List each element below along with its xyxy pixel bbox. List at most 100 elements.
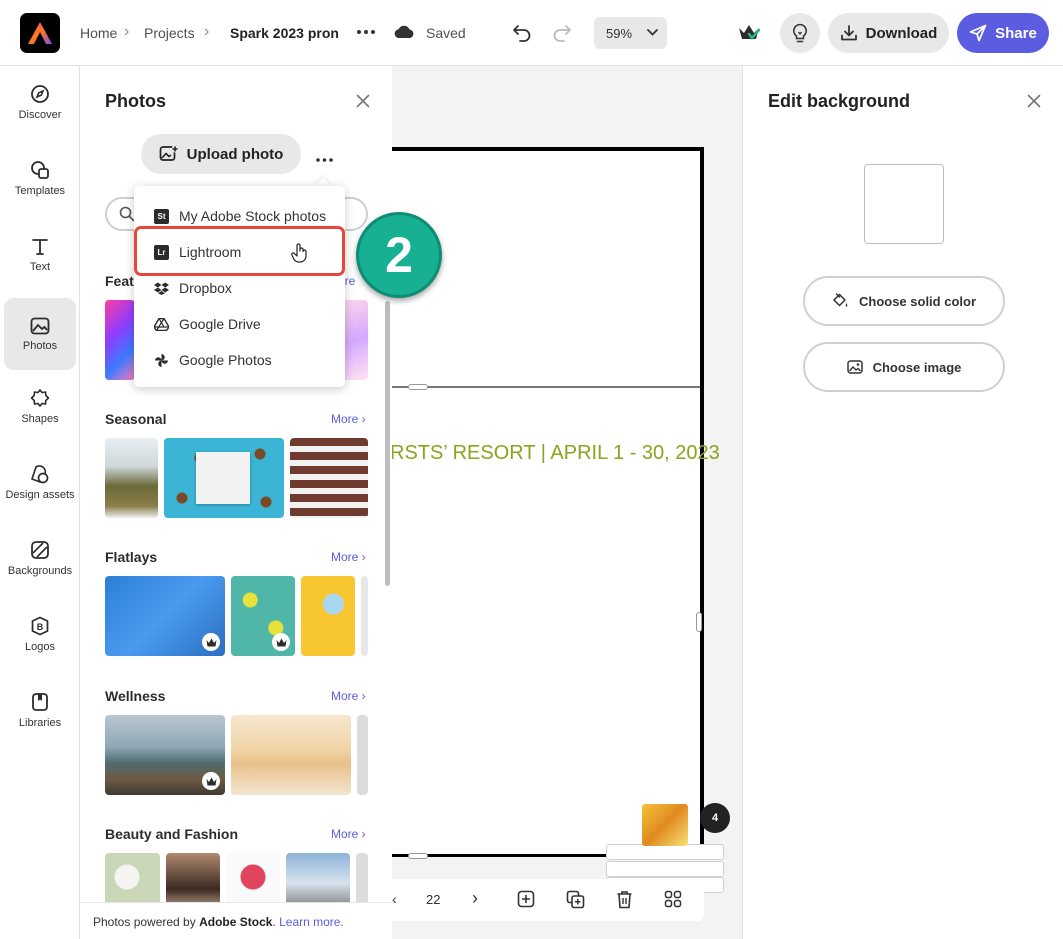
background-preview[interactable] xyxy=(864,164,944,244)
breadcrumb-projects[interactable]: Projects xyxy=(144,25,195,41)
chevron-right-icon[interactable]: › xyxy=(472,888,478,909)
add-page-icon[interactable] xyxy=(517,890,535,913)
section-title-beauty-fashion: Beauty and Fashion xyxy=(105,826,239,842)
download-button[interactable]: Download xyxy=(828,13,949,53)
redo-icon[interactable] xyxy=(551,22,573,44)
premium-crown-icon[interactable] xyxy=(736,20,762,46)
attribution-prefix: Photos powered by xyxy=(93,915,200,929)
photo-thumbnail[interactable] xyxy=(105,438,158,518)
resize-handle[interactable] xyxy=(408,384,428,390)
premium-crown-icon xyxy=(272,633,290,651)
share-label: Share xyxy=(995,24,1037,42)
templates-icon xyxy=(31,160,49,179)
grid-view-icon[interactable] xyxy=(664,890,682,913)
photo-thumbnail[interactable] xyxy=(301,576,355,656)
page-headline[interactable]: RSTS’ RESORT | APRIL 1 - 30, 2023 xyxy=(392,442,720,465)
download-icon xyxy=(840,25,857,41)
section-title-seasonal: Seasonal xyxy=(105,411,167,427)
photo-thumbnail[interactable] xyxy=(164,438,284,518)
page-thumbnail[interactable] xyxy=(642,804,688,846)
upload-source-menu: St My Adobe Stock photos Lr Lightroom Dr… xyxy=(134,186,345,387)
premium-crown-icon xyxy=(202,633,220,651)
photo-thumbnail[interactable] xyxy=(290,438,368,518)
design-canvas: RSTS’ RESORT | APRIL 1 - 30, 2023 4 ‹ 22… xyxy=(392,66,742,939)
more-options-icon[interactable] xyxy=(356,24,376,40)
photo-thumbnail[interactable] xyxy=(343,300,368,380)
attribution-brand: Adobe Stock xyxy=(199,915,273,929)
close-icon[interactable] xyxy=(1027,94,1041,113)
page-number: 22 xyxy=(426,892,441,907)
menu-item-label: Dropbox xyxy=(179,280,232,296)
menu-item-google-photos[interactable]: Google Photos xyxy=(134,342,345,378)
resize-handle[interactable] xyxy=(696,612,702,632)
panel-scrollbar[interactable] xyxy=(385,301,390,586)
step-callout: 2 xyxy=(356,212,442,298)
page-navigator: ‹ 22 › xyxy=(392,879,704,921)
rail-item-photos[interactable]: Photos xyxy=(4,298,76,370)
photo-thumbnail[interactable] xyxy=(231,715,351,795)
trash-icon[interactable] xyxy=(616,890,633,914)
rail-label: Design assets xyxy=(5,488,75,501)
more-options-icon[interactable] xyxy=(316,146,333,167)
rail-label: Text xyxy=(29,260,51,273)
hand-cursor-icon xyxy=(291,243,309,268)
breadcrumb-home[interactable]: Home xyxy=(80,25,117,41)
choose-solid-color-button[interactable]: Choose solid color xyxy=(803,276,1005,326)
learn-more-link[interactable]: Learn more. xyxy=(279,915,344,929)
text-icon xyxy=(32,238,48,255)
lightbulb-icon xyxy=(792,23,808,43)
search-icon xyxy=(119,206,135,222)
more-link-label: More xyxy=(331,689,359,703)
section-title-flatlays: Flatlays xyxy=(105,549,158,565)
rail-item-discover[interactable]: Discover xyxy=(4,66,76,138)
zoom-select[interactable]: 59% xyxy=(594,17,667,49)
adobe-express-logo[interactable] xyxy=(20,13,60,53)
upload-label: Upload photo xyxy=(186,145,284,163)
share-button[interactable]: Share xyxy=(957,13,1049,53)
project-title[interactable]: Spark 2023 pron xyxy=(230,25,339,41)
rail-item-design-assets[interactable]: Design assets xyxy=(4,446,76,518)
menu-item-label: Google Drive xyxy=(179,316,261,332)
section-more-wellness[interactable]: More › xyxy=(331,689,366,703)
chevron-right-icon: › xyxy=(124,23,130,40)
rail-label: Discover xyxy=(18,108,62,121)
rail-item-shapes[interactable]: Shapes xyxy=(4,370,76,442)
resize-handle[interactable] xyxy=(408,853,428,859)
paint-bucket-icon xyxy=(833,293,848,307)
rail-item-backgrounds[interactable]: Backgrounds xyxy=(4,522,76,594)
rail-item-logos[interactable]: B Logos xyxy=(4,598,76,670)
close-icon[interactable] xyxy=(356,94,370,113)
photo-thumbnail[interactable] xyxy=(357,715,368,795)
page-stack xyxy=(606,861,724,877)
undo-icon[interactable] xyxy=(511,22,533,44)
menu-item-label: Google Photos xyxy=(179,352,272,368)
section-more-beauty-fashion[interactable]: More › xyxy=(331,827,366,841)
rail-label: Libraries xyxy=(18,716,62,729)
section-more-flatlays[interactable]: More › xyxy=(331,550,366,564)
photos-icon xyxy=(30,317,50,334)
rail-item-text[interactable]: Text xyxy=(4,218,76,290)
chevron-left-icon[interactable]: ‹ xyxy=(392,891,397,907)
shapes-icon xyxy=(30,388,50,407)
design-assets-icon xyxy=(31,464,49,483)
top-bar: Home › Projects › Spark 2023 pron Saved … xyxy=(0,0,1063,66)
photo-thumbnail[interactable] xyxy=(105,715,225,795)
section-more-seasonal[interactable]: More › xyxy=(331,412,366,426)
menu-item-google-drive[interactable]: Google Drive xyxy=(134,306,345,342)
upload-photo-button[interactable]: Upload photo xyxy=(141,134,301,174)
duplicate-page-icon[interactable] xyxy=(566,890,585,914)
choose-image-button[interactable]: Choose image xyxy=(803,342,1005,392)
photo-thumbnail[interactable] xyxy=(231,576,295,656)
image-icon xyxy=(846,360,863,374)
rail-item-templates[interactable]: Templates xyxy=(4,142,76,214)
photo-thumbnail[interactable] xyxy=(105,300,135,380)
google-photos-icon xyxy=(155,353,168,367)
photo-thumbnail[interactable] xyxy=(105,576,225,656)
ideas-button[interactable] xyxy=(780,13,820,53)
photo-thumbnail[interactable] xyxy=(361,576,368,656)
rail-label: Shapes xyxy=(21,412,59,425)
button-label: Choose image xyxy=(872,359,962,375)
rail-item-libraries[interactable]: Libraries xyxy=(4,674,76,746)
chevron-down-icon xyxy=(647,29,658,36)
more-link-label: More xyxy=(331,827,359,841)
